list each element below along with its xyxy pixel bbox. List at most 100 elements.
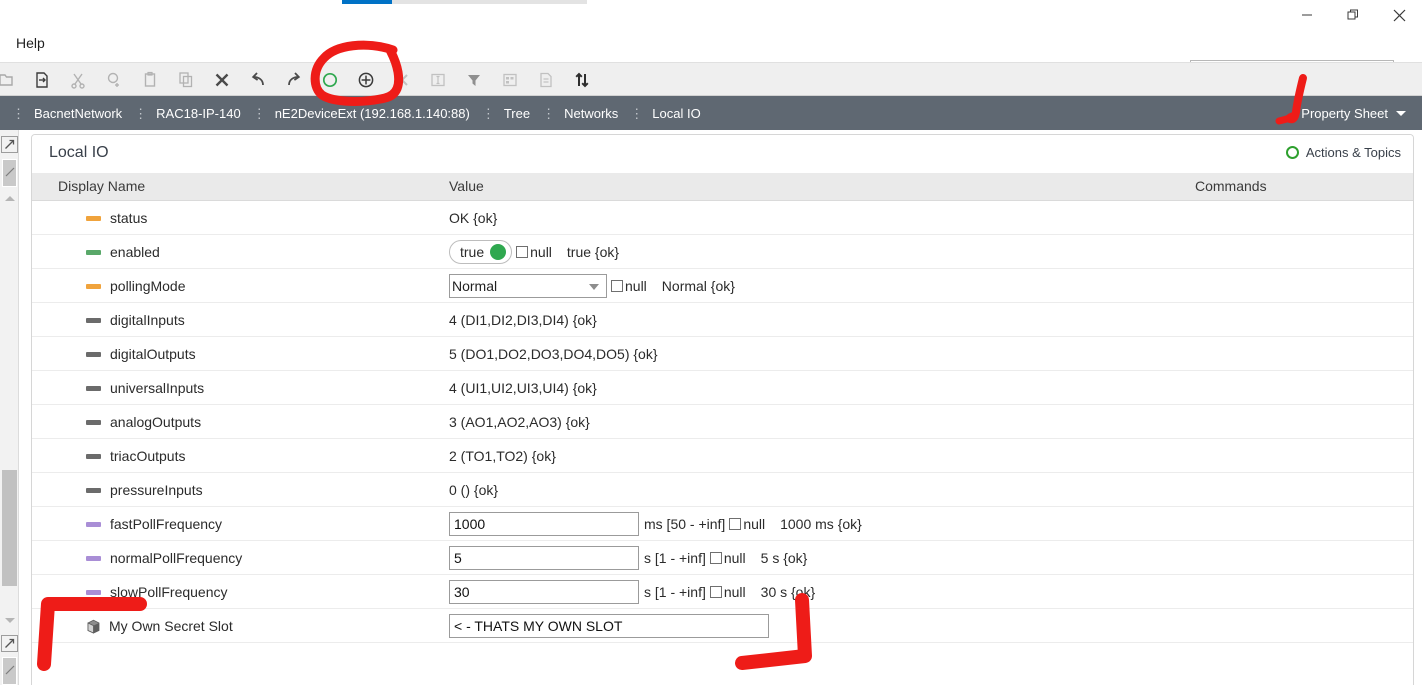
undo-icon[interactable] bbox=[240, 63, 276, 97]
null-checkbox[interactable] bbox=[710, 552, 722, 564]
slot-name-label: normalPollFrequency bbox=[110, 550, 242, 566]
cut-icon[interactable] bbox=[60, 63, 96, 97]
slot-name-label: fastPollFrequency bbox=[110, 516, 222, 532]
cell-value bbox=[449, 609, 769, 643]
chevron-down-icon bbox=[1396, 111, 1406, 116]
null-checkbox-group[interactable]: null bbox=[611, 278, 647, 294]
cell-display-name: digitalInputs bbox=[86, 303, 185, 337]
polling-mode-select[interactable]: NormalFastSlow bbox=[449, 274, 607, 298]
null-checkbox-group[interactable]: null bbox=[729, 516, 765, 532]
null-checkbox-label: null bbox=[724, 550, 746, 566]
null-checkbox[interactable] bbox=[710, 586, 722, 598]
menu-item-help[interactable]: Help bbox=[12, 33, 49, 53]
slot-marker-icon bbox=[86, 386, 101, 391]
table-row[interactable]: fastPollFrequency ms [50 - +inf]null1000 … bbox=[32, 507, 1413, 541]
add-point-icon[interactable] bbox=[312, 63, 348, 97]
rail-scroll-down-icon[interactable] bbox=[5, 618, 15, 623]
actions-and-topics-button[interactable]: Actions & Topics bbox=[1286, 145, 1401, 160]
slot-marker-icon bbox=[86, 454, 101, 459]
rail-scroll-up-icon[interactable] bbox=[5, 196, 15, 201]
breadcrumb-item[interactable]: ⋮nE2DeviceExt (192.168.1.140:88) bbox=[241, 106, 470, 121]
table-row[interactable]: My Own Secret Slot bbox=[32, 609, 1413, 643]
property-sheet-selector[interactable]: Property Sheet bbox=[1301, 96, 1406, 130]
table-row[interactable]: slowPollFrequency s [1 - +inf]null30 s {o… bbox=[32, 575, 1413, 609]
column-header-value[interactable]: Value bbox=[449, 178, 484, 194]
add-circle-icon[interactable] bbox=[348, 63, 384, 97]
close-icon[interactable] bbox=[1376, 0, 1422, 30]
rail-scrollbar-thumb[interactable] bbox=[2, 470, 17, 586]
text-field-icon[interactable] bbox=[420, 63, 456, 97]
table-row[interactable]: triacOutputs 2 (TO1,TO2) {ok} bbox=[32, 439, 1413, 473]
breadcrumb-item-label: Local IO bbox=[652, 106, 700, 121]
value-input[interactable] bbox=[449, 580, 639, 604]
table-row[interactable]: digitalInputs4 (DI1,DI2,DI3,DI4) {ok} bbox=[32, 303, 1413, 337]
table-view-icon[interactable] bbox=[492, 63, 528, 97]
minimize-icon[interactable] bbox=[1284, 0, 1330, 30]
cell-value: s [1 - +inf]null30 s {ok} bbox=[449, 575, 815, 609]
redo-icon[interactable] bbox=[276, 63, 312, 97]
cell-value: ms [50 - +inf]null1000 ms {ok} bbox=[449, 507, 862, 541]
slot-name-label: digitalOutputs bbox=[110, 346, 196, 362]
paste-icon[interactable] bbox=[132, 63, 168, 97]
value-input[interactable] bbox=[449, 546, 639, 570]
slot-marker-icon bbox=[86, 250, 101, 255]
table-row[interactable]: normalPollFrequency s [1 - +inf]null5 s {… bbox=[32, 541, 1413, 575]
breadcrumb-item[interactable]: ⋮BacnetNetwork bbox=[0, 106, 122, 121]
table-row[interactable]: analogOutputs3 (AO1,AO2,AO3) {ok} bbox=[32, 405, 1413, 439]
filter-icon[interactable] bbox=[456, 63, 492, 97]
table-row[interactable]: enabledtruenulltrue {ok} bbox=[32, 235, 1413, 269]
null-checkbox[interactable] bbox=[516, 246, 528, 258]
copy-add-icon[interactable] bbox=[96, 63, 132, 97]
null-checkbox-label: null bbox=[743, 516, 765, 532]
rail-tab-bottom[interactable] bbox=[2, 657, 17, 685]
column-header-display-name[interactable]: Display Name bbox=[58, 178, 145, 194]
value-input[interactable] bbox=[449, 512, 639, 536]
null-checkbox-group[interactable]: null bbox=[710, 584, 746, 600]
table-row[interactable]: universalInputs4 (UI1,UI2,UI3,UI4) {ok} bbox=[32, 371, 1413, 405]
secret-slot-input[interactable] bbox=[449, 614, 769, 638]
null-checkbox[interactable] bbox=[729, 518, 741, 530]
duplicate-icon[interactable] bbox=[168, 63, 204, 97]
table-row[interactable]: pollingModeNormalFastSlownullNormal {ok} bbox=[32, 269, 1413, 303]
boolean-state-dot-icon bbox=[490, 244, 506, 260]
expand-panel-top-icon[interactable] bbox=[1, 136, 18, 153]
null-checkbox-group[interactable]: null bbox=[710, 550, 746, 566]
value-text: 0 () {ok} bbox=[449, 482, 498, 498]
slot-name-label: slowPollFrequency bbox=[110, 584, 228, 600]
units-label: s [1 - +inf] bbox=[644, 584, 706, 600]
value-text: OK {ok} bbox=[449, 210, 497, 226]
sort-icon[interactable] bbox=[564, 63, 600, 97]
boolean-toggle[interactable]: true bbox=[449, 240, 512, 264]
export-file-icon[interactable] bbox=[24, 63, 60, 97]
null-checkbox-label: null bbox=[625, 278, 647, 294]
delete-icon[interactable] bbox=[204, 63, 240, 97]
table-row[interactable]: digitalOutputs5 (DO1,DO2,DO3,DO4,DO5) {o… bbox=[32, 337, 1413, 371]
breadcrumb-item[interactable]: ⋮Local IO bbox=[618, 106, 700, 121]
column-header-commands[interactable]: Commands bbox=[1195, 178, 1267, 194]
rail-tab-top[interactable] bbox=[2, 159, 17, 187]
restore-icon[interactable] bbox=[1330, 0, 1376, 30]
open-folder-icon[interactable] bbox=[0, 63, 24, 97]
breadcrumb-item-label: RAC18-IP-140 bbox=[156, 106, 241, 121]
breadcrumb-item[interactable]: ⋮Tree bbox=[470, 106, 530, 121]
cell-display-name: slowPollFrequency bbox=[86, 575, 228, 609]
discard-icon[interactable] bbox=[384, 63, 420, 97]
table-row[interactable]: pressureInputs0 () {ok} bbox=[32, 473, 1413, 507]
breadcrumb-item[interactable]: ⋮Networks bbox=[530, 106, 618, 121]
null-checkbox-group[interactable]: null bbox=[516, 244, 552, 260]
property-sheet-label: Property Sheet bbox=[1301, 106, 1388, 121]
report-icon[interactable] bbox=[528, 63, 564, 97]
cell-display-name: universalInputs bbox=[86, 371, 204, 405]
null-checkbox[interactable] bbox=[611, 280, 623, 292]
slot-name-label: triacOutputs bbox=[110, 448, 185, 464]
value-text: 2 (TO1,TO2) {ok} bbox=[449, 448, 556, 464]
expand-panel-bottom-icon[interactable] bbox=[1, 635, 18, 652]
slot-marker-icon bbox=[86, 556, 101, 561]
breadcrumb-item-label: BacnetNetwork bbox=[34, 106, 122, 121]
cell-value: 3 (AO1,AO2,AO3) {ok} bbox=[449, 405, 590, 439]
slot-marker-icon bbox=[86, 590, 101, 595]
cell-display-name: normalPollFrequency bbox=[86, 541, 242, 575]
cell-value: s [1 - +inf]null5 s {ok} bbox=[449, 541, 807, 575]
breadcrumb-item[interactable]: ⋮RAC18-IP-140 bbox=[122, 106, 241, 121]
table-row[interactable]: statusOK {ok} bbox=[32, 201, 1413, 235]
